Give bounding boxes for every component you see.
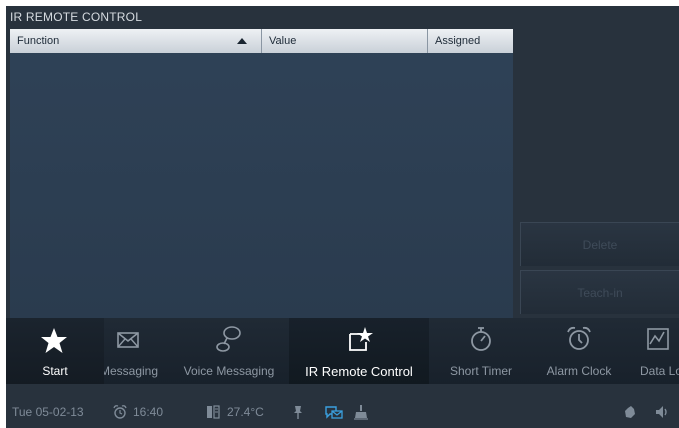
sort-ascending-icon: [237, 38, 247, 44]
table-body[interactable]: [10, 53, 513, 321]
alarm-clock-icon: [567, 326, 591, 350]
stopwatch-icon: [471, 327, 491, 351]
app-ir-remote-control[interactable]: IR Remote Control: [289, 318, 429, 384]
column-header-function[interactable]: Function: [10, 29, 262, 53]
data-logger-icon: [647, 328, 669, 350]
column-header-value-label: Value: [269, 35, 297, 47]
function-table[interactable]: Function Value Assigned: [10, 29, 513, 321]
pin-icon[interactable]: [290, 404, 306, 420]
start-button[interactable]: Start: [6, 318, 104, 384]
envelope-icon: [117, 332, 139, 348]
app-alarm-clock-label: Alarm Clock: [546, 364, 612, 378]
thermometer-icon: [207, 405, 220, 419]
ir-remote-icon: [349, 327, 373, 351]
hand-tool-icon[interactable]: [622, 404, 638, 420]
app-voice-messaging[interactable]: Voice Messaging: [178, 318, 280, 384]
alarm-clock-icon[interactable]: [112, 404, 128, 420]
screen: IR REMOTE CONTROL Function Value Assigne…: [6, 6, 679, 428]
teach-in-button-label: Teach-in: [577, 286, 623, 300]
table-header: Function Value Assigned: [10, 29, 513, 53]
delete-button-label: Delete: [582, 238, 618, 252]
star-icon: [41, 328, 67, 353]
status-time: 16:40: [133, 405, 164, 419]
app-data-logger-label: Data Logger: [640, 364, 679, 378]
app-short-timer[interactable]: Short Timer: [438, 318, 524, 384]
delete-button[interactable]: Delete: [520, 222, 679, 266]
app-data-logger[interactable]: Data Logger: [632, 318, 679, 384]
page-title: IR REMOTE CONTROL: [10, 10, 143, 24]
app-ir-remote-control-label: IR Remote Control: [305, 364, 413, 379]
status-bar: Tue 05-02-13 16:40 27.4°C: [6, 396, 679, 428]
column-header-value[interactable]: Value: [262, 29, 428, 53]
cleaning-icon[interactable]: [353, 404, 369, 420]
column-header-function-label: Function: [17, 35, 60, 47]
speaker-icon[interactable]: [654, 404, 670, 420]
app-bar: Messaging Voice Messaging IR Remote Cont…: [6, 318, 679, 384]
column-header-assigned[interactable]: Assigned: [428, 29, 513, 53]
column-header-assigned-label: Assigned: [435, 35, 481, 47]
app-short-timer-label: Short Timer: [449, 364, 512, 378]
start-button-label: Start: [42, 364, 68, 378]
messages-icon[interactable]: [324, 404, 344, 420]
voice-message-icon: [216, 326, 241, 352]
app-alarm-clock[interactable]: Alarm Clock: [536, 318, 622, 384]
app-voice-messaging-label: Voice Messaging: [183, 364, 275, 378]
teach-in-button[interactable]: Teach-in: [520, 270, 679, 314]
status-temperature: 27.4°C: [227, 405, 264, 419]
status-date: Tue 05-02-13: [12, 405, 84, 419]
